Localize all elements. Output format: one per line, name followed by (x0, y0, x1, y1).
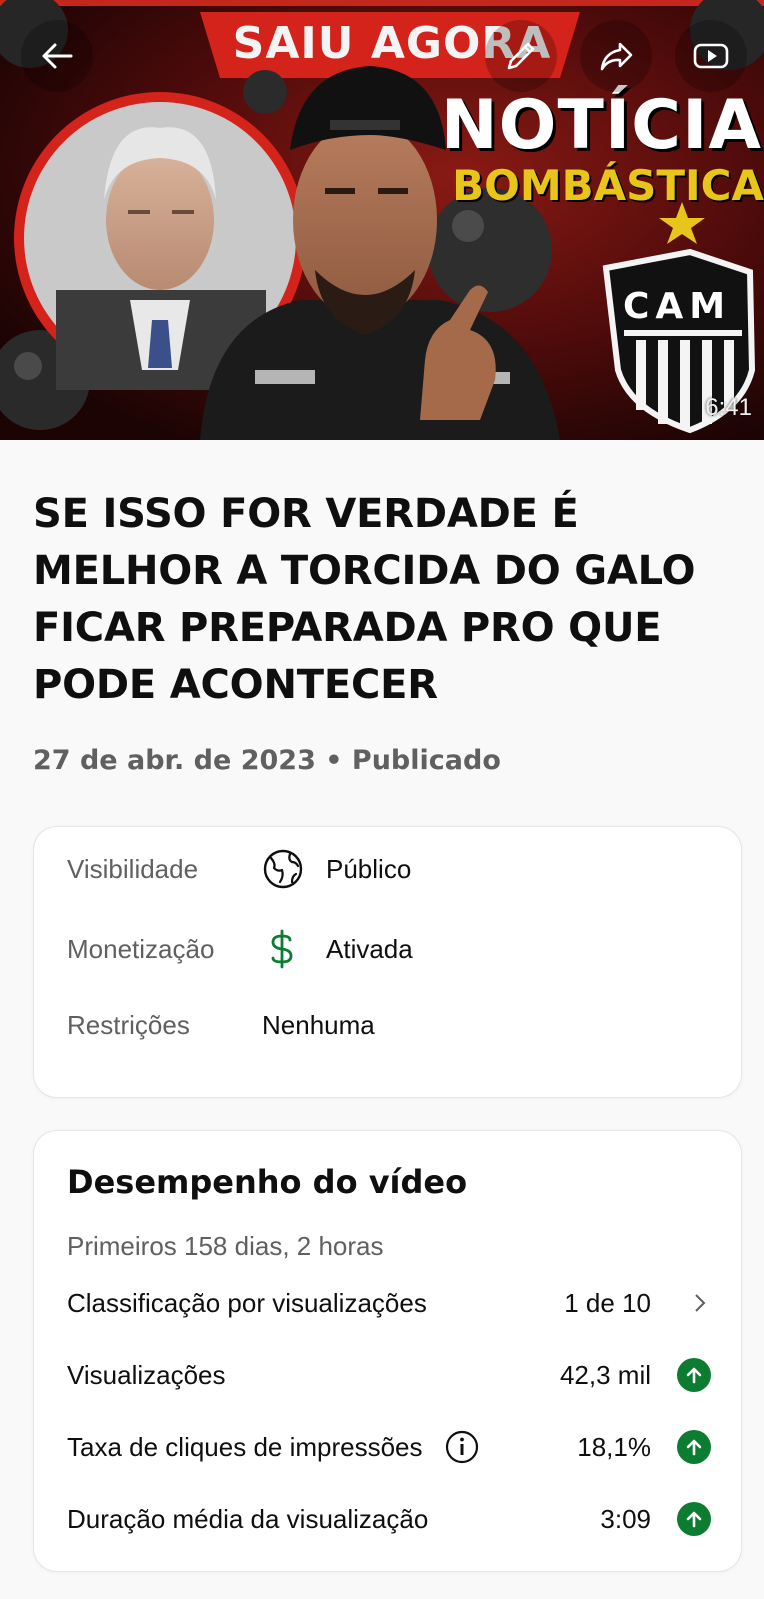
back-button[interactable] (21, 20, 93, 92)
info-icon[interactable] (445, 1430, 479, 1464)
video-title: SE ISSO FOR VERDADE É MELHOR A TORCIDA D… (33, 491, 696, 708)
metric-row-ctr[interactable]: Taxa de cliques de impressões 18,1% (67, 1427, 711, 1467)
visibility-label: Visibilidade (67, 853, 199, 884)
thumbnail-headline: NOTÍCIA (440, 86, 762, 165)
thumbnail-crest-text: CAM (622, 286, 732, 327)
metric-row-views[interactable]: Visualizações 42,3 mil (67, 1355, 711, 1395)
share-button[interactable] (580, 20, 652, 92)
video-performance-card: Desempenho do vídeo Primeiros 158 dias, … (33, 1130, 742, 1572)
dollar-icon (262, 929, 326, 969)
arrow-up-circle-icon (677, 1430, 711, 1464)
metric-label: Visualizações (67, 1359, 226, 1390)
arrow-up-circle-icon (677, 1502, 711, 1536)
pencil-icon (507, 42, 535, 70)
youtube-play-icon (693, 43, 729, 69)
monetization-value: Ativada (326, 933, 413, 964)
metric-label: Classificação por visualizações (67, 1287, 427, 1318)
metric-value: 1 de 10 (564, 1287, 651, 1318)
metric-label: Taxa de cliques de impressões (67, 1431, 423, 1462)
metric-label: Duração média da visualização (67, 1503, 429, 1534)
restrictions-row[interactable]: Restrições Nenhuma (67, 1005, 711, 1045)
metric-value: 18,1% (577, 1431, 651, 1462)
video-details-card: Visibilidade Público Monetização Ativada… (33, 826, 742, 1098)
restrictions-value: Nenhuma (262, 1009, 375, 1040)
metric-value: 3:09 (600, 1503, 651, 1534)
chevron-right-icon (651, 1292, 711, 1314)
publish-date-status: 27 de abr. de 2023 • Publicado (33, 745, 501, 776)
video-duration: 6:41 (705, 394, 752, 421)
thumbnail-subheadline: BOMBÁSTICA (452, 161, 764, 210)
performance-title: Desempenho do vídeo (67, 1163, 468, 1201)
arrow-up-circle-icon (677, 1358, 711, 1392)
metric-row-avg-duration[interactable]: Duração média da visualização 3:09 (67, 1499, 711, 1539)
visibility-row[interactable]: Visibilidade Público (67, 849, 711, 889)
monetization-row[interactable]: Monetização Ativada (67, 929, 711, 969)
edit-button[interactable] (485, 20, 557, 92)
visibility-value: Público (326, 853, 412, 884)
youtube-button[interactable] (675, 20, 747, 92)
restrictions-label: Restrições (67, 1009, 190, 1040)
video-thumbnail[interactable]: SAIU AGORA NOTÍCIA BOMBÁSTICA CAM 6:41 (0, 0, 764, 440)
globe-icon (262, 848, 326, 890)
arrow-left-icon (42, 43, 73, 69)
metric-row-ranking[interactable]: Classificação por visualizações 1 de 10 (67, 1283, 711, 1323)
metric-value: 42,3 mil (559, 1359, 651, 1390)
share-icon (600, 42, 633, 71)
performance-period: Primeiros 158 dias, 2 horas (67, 1231, 384, 1261)
monetization-label: Monetização (67, 933, 215, 964)
